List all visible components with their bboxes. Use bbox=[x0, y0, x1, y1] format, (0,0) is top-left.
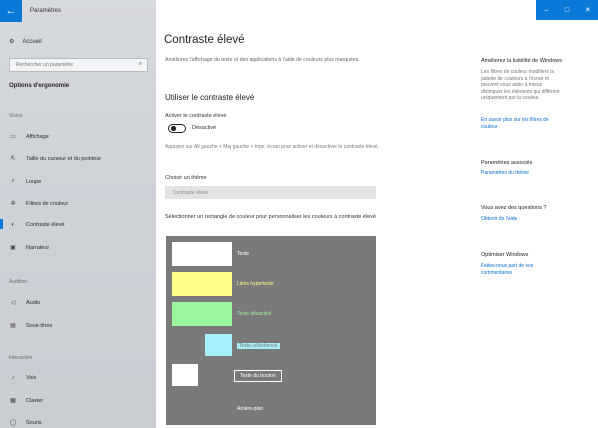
sidebar-item-label: Souris bbox=[26, 419, 42, 426]
questions-title: Vous avez des questions ? bbox=[481, 205, 547, 211]
sidebar-item-label: Contraste élevé bbox=[26, 222, 65, 228]
sidebar-item-high-contrast[interactable]: ◐ Contraste élevé bbox=[0, 219, 65, 229]
sidebar-item-audio[interactable]: ◁ Audio bbox=[9, 299, 41, 307]
sidebar: ← Paramètres ⚙ Accueil Rechercher un par… bbox=[0, 0, 156, 428]
color-preview-panel: Texte Liens hypertexte Texte désactivé T… bbox=[166, 236, 376, 425]
sidebar-item-color-filters[interactable]: ✲ Filtres de couleur bbox=[9, 200, 69, 208]
app-title: Paramètres bbox=[30, 8, 62, 14]
readability-title: Améliorez la lisibilité de Windows bbox=[481, 58, 563, 64]
shortcut-hint: Appuyez sur Alt gauche + Maj gauche + Im… bbox=[165, 144, 380, 150]
toggle-state: Désactivé bbox=[192, 125, 217, 131]
captions-icon: ▤ bbox=[10, 323, 16, 329]
toggle-knob bbox=[171, 126, 176, 131]
search-input[interactable]: Rechercher un paramètre ⌕ bbox=[9, 58, 148, 72]
high-contrast-icon: ◐ bbox=[11, 222, 15, 228]
page-title: Contraste élevé bbox=[164, 34, 245, 46]
sidebar-item-label: Taille du curseur et du pointeur bbox=[26, 155, 102, 162]
home-label: Accueil bbox=[22, 38, 42, 45]
narrator-icon: ▣ bbox=[10, 245, 16, 251]
display-icon: ▭ bbox=[10, 134, 16, 140]
high-contrast-toggle[interactable] bbox=[168, 124, 186, 133]
theme-settings-link[interactable]: Paramètres du thème bbox=[481, 170, 529, 177]
sidebar-item-narrator[interactable]: ▣ Narrateur bbox=[9, 244, 50, 252]
sidebar-item-label: Affichage bbox=[26, 133, 49, 140]
home-link[interactable]: ⚙ Accueil bbox=[9, 38, 42, 46]
cursor-icon: ⇱ bbox=[10, 156, 16, 162]
back-arrow-icon: ← bbox=[5, 5, 17, 17]
page-description: Améliorez l'affichage du texte et des ap… bbox=[165, 57, 360, 63]
magnifier-icon: ⌕ bbox=[11, 178, 15, 184]
group-label-interaction: Interaction bbox=[9, 355, 33, 361]
keyboard-icon: ▦ bbox=[10, 398, 16, 404]
selected-swatch-label: Texte sélectionné bbox=[237, 343, 280, 349]
text-swatch-label: Texte bbox=[237, 251, 249, 257]
get-help-link[interactable]: Obtenir de l'aide bbox=[481, 216, 517, 223]
mouse-icon: ◯ bbox=[9, 420, 17, 426]
theme-label: Choisir un thème bbox=[165, 175, 207, 181]
text-color-swatch[interactable] bbox=[172, 242, 232, 266]
sidebar-item-magnifier[interactable]: ⌕ Loupe bbox=[9, 178, 41, 185]
improve-windows-title: Optimiser Windows bbox=[481, 252, 529, 258]
home-icon: ⚙ bbox=[9, 39, 15, 45]
theme-dropdown[interactable]: Contraste élevé bbox=[165, 186, 376, 199]
sidebar-item-label: Narrateur bbox=[26, 244, 50, 251]
related-settings-title: Paramètres associés bbox=[481, 160, 533, 166]
sidebar-item-label: Audio bbox=[26, 299, 41, 306]
section-subtitle: Utiliser le contraste élevé bbox=[165, 93, 255, 102]
sidebar-item-label: Clavier bbox=[26, 397, 44, 404]
disabled-text-color-swatch[interactable] bbox=[172, 302, 232, 326]
hyperlink-color-swatch[interactable] bbox=[172, 272, 232, 296]
section-title: Options d'ergonomie bbox=[9, 83, 70, 89]
background-swatch-label[interactable]: Arrière-plan bbox=[237, 406, 263, 412]
group-label-hearing: Audition bbox=[9, 279, 28, 285]
microphone-icon: ♪ bbox=[11, 375, 15, 381]
theme-value: Contraste élevé bbox=[173, 189, 209, 196]
button-swatch-label: Texte du bouton bbox=[234, 370, 282, 382]
sidebar-item-cursor[interactable]: ⇱ Taille du curseur et du pointeur bbox=[9, 155, 102, 163]
selected-text-color-swatch[interactable] bbox=[205, 334, 232, 356]
sidebar-item-mouse[interactable]: ◯ Souris bbox=[9, 419, 42, 427]
sidebar-item-label: Sous-titres bbox=[26, 322, 53, 329]
window-controls: – □ ✕ bbox=[536, 0, 598, 20]
title-bar: ← Paramètres bbox=[0, 0, 156, 22]
sidebar-item-captions[interactable]: ▤ Sous-titres bbox=[9, 322, 53, 330]
sidebar-item-label: Filtres de couleur bbox=[26, 200, 69, 207]
close-icon[interactable]: ✕ bbox=[577, 0, 598, 20]
toggle-label: Activer le contraste élevé bbox=[165, 113, 227, 119]
hyperlink-swatch-label: Liens hypertexte bbox=[237, 281, 274, 287]
swatch-instructions: Sélectionner un rectangle de couleur pou… bbox=[165, 214, 376, 220]
sidebar-item-label: Loupe bbox=[26, 178, 42, 185]
main-content: Contraste élevé Améliorez l'affichage du… bbox=[156, 0, 598, 428]
color-filter-icon: ✲ bbox=[10, 201, 16, 207]
audio-icon: ◁ bbox=[10, 300, 16, 306]
sidebar-item-keyboard[interactable]: ▦ Clavier bbox=[9, 397, 44, 405]
color-filters-link[interactable]: En savoir plus sur les filtres de couleu… bbox=[481, 117, 563, 130]
group-label-vision: Vision bbox=[9, 113, 23, 119]
maximize-icon[interactable]: □ bbox=[557, 0, 578, 20]
sidebar-item-speech[interactable]: ♪ Voix bbox=[9, 375, 37, 381]
disabled-swatch-label: Texte désactivé bbox=[237, 311, 272, 317]
search-icon: ⌕ bbox=[138, 61, 142, 67]
sidebar-item-label: Voix bbox=[26, 375, 37, 381]
back-button[interactable]: ← bbox=[0, 0, 22, 22]
readability-body: Les filtres de couleur modifient la pale… bbox=[481, 69, 560, 101]
search-placeholder: Rechercher un paramètre bbox=[16, 62, 73, 68]
feedback-link[interactable]: Faites-nous part de vos commentaires bbox=[481, 263, 563, 276]
sidebar-item-display[interactable]: ▭ Affichage bbox=[9, 133, 49, 141]
button-color-swatch[interactable] bbox=[172, 364, 198, 386]
minimize-icon[interactable]: – bbox=[536, 0, 557, 20]
